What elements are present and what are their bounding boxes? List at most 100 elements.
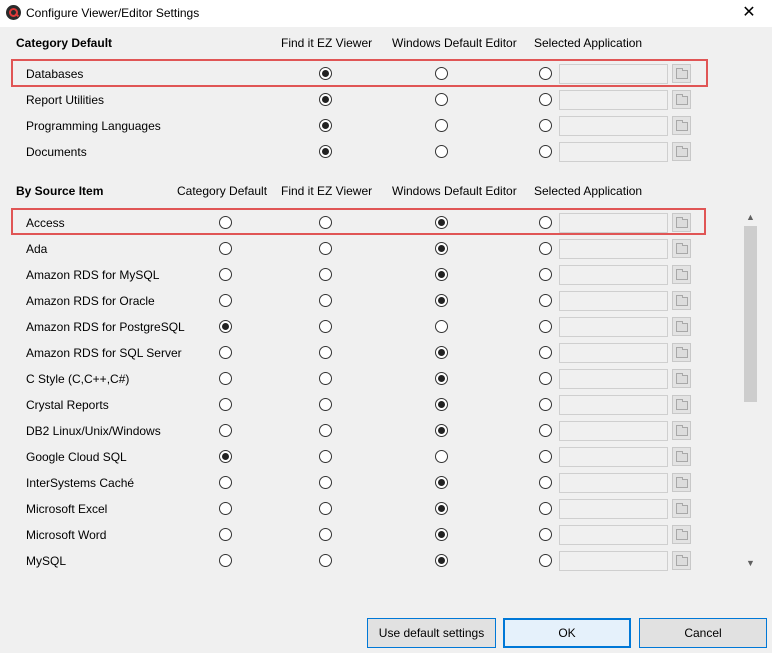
folder-icon[interactable] <box>672 421 691 440</box>
radio-option[interactable] <box>539 372 552 385</box>
selected-app-field[interactable] <box>559 64 668 84</box>
folder-icon[interactable] <box>672 525 691 544</box>
radio-option[interactable] <box>435 476 448 489</box>
radio-option[interactable] <box>319 398 332 411</box>
folder-icon[interactable] <box>672 499 691 518</box>
radio-option[interactable] <box>319 145 332 158</box>
selected-app-field[interactable] <box>559 213 668 233</box>
radio-option[interactable] <box>219 372 232 385</box>
radio-option[interactable] <box>435 528 448 541</box>
selected-app-field[interactable] <box>559 421 668 441</box>
selected-app-field[interactable] <box>559 525 668 545</box>
radio-option[interactable] <box>539 346 552 359</box>
radio-option[interactable] <box>219 554 232 567</box>
folder-icon[interactable] <box>672 291 691 310</box>
radio-option[interactable] <box>539 528 552 541</box>
folder-icon[interactable] <box>672 317 691 336</box>
radio-option[interactable] <box>319 67 332 80</box>
radio-option[interactable] <box>539 476 552 489</box>
folder-icon[interactable] <box>672 343 691 362</box>
radio-option[interactable] <box>435 502 448 515</box>
radio-option[interactable] <box>435 372 448 385</box>
radio-option[interactable] <box>539 554 552 567</box>
radio-option[interactable] <box>539 93 552 106</box>
selected-app-field[interactable] <box>559 317 668 337</box>
radio-option[interactable] <box>219 502 232 515</box>
radio-option[interactable] <box>435 119 448 132</box>
selected-app-field[interactable] <box>559 551 668 571</box>
selected-app-field[interactable] <box>559 369 668 389</box>
radio-option[interactable] <box>319 528 332 541</box>
radio-option[interactable] <box>435 268 448 281</box>
radio-option[interactable] <box>539 294 552 307</box>
folder-icon[interactable] <box>672 64 691 83</box>
radio-option[interactable] <box>219 268 232 281</box>
radio-option[interactable] <box>219 450 232 463</box>
radio-option[interactable] <box>539 268 552 281</box>
radio-option[interactable] <box>435 67 448 80</box>
radio-option[interactable] <box>219 476 232 489</box>
radio-option[interactable] <box>319 242 332 255</box>
radio-option[interactable] <box>319 93 332 106</box>
selected-app-field[interactable] <box>559 343 668 363</box>
radio-option[interactable] <box>219 346 232 359</box>
radio-option[interactable] <box>435 294 448 307</box>
chevron-up-icon[interactable]: ▲ <box>743 209 758 225</box>
radio-option[interactable] <box>435 450 448 463</box>
selected-app-field[interactable] <box>559 291 668 311</box>
chevron-down-icon[interactable]: ▼ <box>743 555 758 571</box>
radio-option[interactable] <box>435 216 448 229</box>
radio-option[interactable] <box>319 346 332 359</box>
radio-option[interactable] <box>219 216 232 229</box>
folder-icon[interactable] <box>672 90 691 109</box>
radio-option[interactable] <box>319 372 332 385</box>
vertical-scrollbar[interactable]: ▲ ▼ <box>743 209 758 571</box>
selected-app-field[interactable] <box>559 473 668 493</box>
cancel-button[interactable]: Cancel <box>639 618 767 648</box>
radio-option[interactable] <box>539 216 552 229</box>
selected-app-field[interactable] <box>559 90 668 110</box>
use-default-settings-button[interactable]: Use default settings <box>367 618 496 648</box>
selected-app-field[interactable] <box>559 265 668 285</box>
selected-app-field[interactable] <box>559 447 668 467</box>
folder-icon[interactable] <box>672 213 691 232</box>
radio-option[interactable] <box>539 450 552 463</box>
folder-icon[interactable] <box>672 447 691 466</box>
radio-option[interactable] <box>319 424 332 437</box>
selected-app-field[interactable] <box>559 499 668 519</box>
radio-option[interactable] <box>435 346 448 359</box>
radio-option[interactable] <box>219 294 232 307</box>
radio-option[interactable] <box>539 424 552 437</box>
selected-app-field[interactable] <box>559 239 668 259</box>
radio-option[interactable] <box>435 242 448 255</box>
selected-app-field[interactable] <box>559 395 668 415</box>
radio-option[interactable] <box>319 294 332 307</box>
radio-option[interactable] <box>319 554 332 567</box>
radio-option[interactable] <box>219 398 232 411</box>
ok-button[interactable]: OK <box>503 618 631 648</box>
radio-option[interactable] <box>435 320 448 333</box>
selected-app-field[interactable] <box>559 116 668 136</box>
radio-option[interactable] <box>435 398 448 411</box>
radio-option[interactable] <box>219 528 232 541</box>
folder-icon[interactable] <box>672 265 691 284</box>
radio-option[interactable] <box>319 268 332 281</box>
radio-option[interactable] <box>319 476 332 489</box>
radio-option[interactable] <box>539 242 552 255</box>
folder-icon[interactable] <box>672 551 691 570</box>
folder-icon[interactable] <box>672 116 691 135</box>
radio-option[interactable] <box>219 320 232 333</box>
folder-icon[interactable] <box>672 473 691 492</box>
radio-option[interactable] <box>319 502 332 515</box>
radio-option[interactable] <box>435 424 448 437</box>
radio-option[interactable] <box>435 554 448 567</box>
folder-icon[interactable] <box>672 239 691 258</box>
folder-icon[interactable] <box>672 369 691 388</box>
selected-app-field[interactable] <box>559 142 668 162</box>
radio-option[interactable] <box>435 93 448 106</box>
folder-icon[interactable] <box>672 395 691 414</box>
radio-option[interactable] <box>219 242 232 255</box>
radio-option[interactable] <box>539 398 552 411</box>
radio-option[interactable] <box>539 502 552 515</box>
radio-option[interactable] <box>319 119 332 132</box>
